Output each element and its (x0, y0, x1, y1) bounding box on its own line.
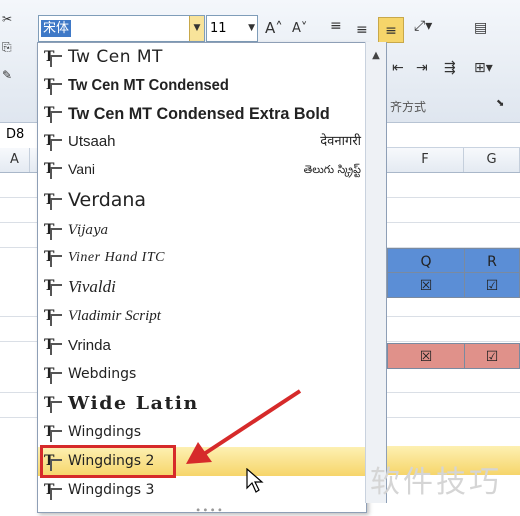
mouse-pointer-icon (246, 468, 264, 493)
name-box[interactable]: D8 (0, 123, 38, 147)
cell-q-checkbox-x[interactable]: ☒ (387, 272, 465, 298)
truetype-icon: T (44, 161, 62, 179)
font-item-label: Viner Hand ITC (68, 250, 165, 265)
copy-icon[interactable]: ⎘ (2, 40, 12, 55)
cell-r-header[interactable]: R (464, 248, 520, 274)
truetype-icon: T (44, 105, 62, 123)
watermark: 软件技巧 (370, 465, 502, 500)
truetype-icon: T (44, 482, 62, 500)
font-size-combobox[interactable]: 11 ▼ (206, 15, 258, 42)
font-item-vladimir-script[interactable]: T Vladimir Script (38, 302, 365, 331)
grow-font-button[interactable]: A˄ (265, 19, 283, 37)
alignment-group-label: 齐方式 (390, 100, 427, 114)
increase-indent-icon[interactable]: ⇥ (416, 60, 428, 76)
truetype-icon: T (44, 222, 62, 240)
truetype-icon: T (44, 77, 62, 95)
font-item-label: Tw Cen MT Condensed Extra Bold (68, 104, 330, 123)
truetype-icon: T (44, 192, 62, 210)
font-item-vijaya[interactable]: T Vijaya (38, 216, 365, 245)
resize-grip[interactable]: ∙∙∙∙ (195, 505, 224, 516)
align-middle-icon[interactable]: ≡ (356, 22, 368, 38)
indent-icon[interactable]: ⇶ (444, 60, 456, 76)
font-name-combobox[interactable]: 宋体 ▼ (38, 15, 205, 42)
truetype-icon: T (44, 278, 62, 296)
font-item-tw-cen-mt-condensed[interactable]: T Tw Cen MT Condensed (38, 71, 365, 100)
font-item-viner-hand-itc[interactable]: T Viner Hand ITC (38, 243, 365, 272)
font-dropdown-arrow-icon[interactable]: ▼ (189, 16, 204, 41)
merge-center-icon[interactable]: ⊞▾ (474, 60, 493, 76)
font-item-verdana[interactable]: T Verdana (38, 186, 365, 215)
truetype-icon: T (44, 366, 62, 384)
dialog-launcher-icon[interactable]: ⬊ (496, 98, 504, 109)
font-name-value[interactable]: 宋体 (41, 20, 72, 37)
font-item-label: Vrinda (68, 337, 111, 354)
column-header-f[interactable]: F (387, 148, 464, 172)
font-item-label: Vivaldi (68, 277, 116, 296)
scroll-up-arrow-icon[interactable]: ▲ (367, 46, 385, 66)
align-top-icon[interactable]: ≡ (330, 18, 342, 34)
truetype-icon: T (44, 337, 62, 355)
annotation-arrow (186, 389, 302, 464)
cell-checkbox-check-red[interactable]: ☑ (464, 343, 520, 369)
font-item-label: Wingdings (68, 424, 142, 440)
column-header-g[interactable]: G (464, 148, 520, 172)
font-item-vani[interactable]: T Vani తెలుగు స్క్రిప్ట్ (38, 155, 365, 184)
font-item-label: Vani (68, 161, 95, 177)
font-item-webdings[interactable]: T Webdings (38, 360, 365, 389)
font-item-utsaah[interactable]: T Utsaah देवनागरी (38, 127, 365, 156)
truetype-icon: T (44, 49, 62, 67)
truetype-icon: T (44, 133, 62, 151)
orientation-icon[interactable]: ⤢▾ (414, 18, 432, 34)
font-size-dropdown-arrow-icon[interactable]: ▼ (248, 16, 255, 41)
dropdown-scrollbar[interactable]: ▲ (365, 42, 387, 503)
truetype-icon: T (44, 424, 62, 442)
wrap-text-icon[interactable]: ▤ (474, 20, 487, 36)
font-item-tw-cen-mt[interactable]: T Tw Cen MT (38, 43, 365, 72)
font-item-label: Webdings (68, 366, 137, 382)
truetype-icon: T (44, 249, 62, 267)
font-item-label: Vladimir Script (68, 308, 161, 324)
column-header-a[interactable]: A (0, 148, 30, 172)
font-item-label: Verdana (68, 189, 147, 211)
format-painter-icon[interactable]: ✎ (2, 68, 12, 82)
align-bottom-button[interactable]: ≡ (378, 17, 404, 43)
font-item-label: Utsaah (68, 133, 116, 150)
font-item-vivaldi[interactable]: T Vivaldi (38, 272, 365, 301)
font-item-label: Tw Cen MT Condensed (68, 77, 229, 94)
annotation-highlight-box (40, 445, 176, 478)
cell-q-header[interactable]: Q (387, 248, 465, 274)
cell-r-checkbox-check[interactable]: ☑ (464, 272, 520, 298)
font-item-wingdings-3[interactable]: T Wingdings 3 (38, 476, 365, 505)
font-item-vrinda[interactable]: T Vrinda (38, 331, 365, 360)
font-item-tw-cen-mt-condensed-extra-bold[interactable]: T Tw Cen MT Condensed Extra Bold (38, 99, 365, 128)
cut-icon[interactable]: ✂ (2, 12, 12, 26)
shrink-font-button[interactable]: A˅ (292, 21, 307, 36)
cell-checkbox-x-red[interactable]: ☒ (387, 343, 465, 369)
font-item-label: Wingdings 3 (68, 482, 155, 498)
font-size-value[interactable]: 11 (210, 21, 227, 36)
font-item-label: Tw Cen MT (68, 47, 163, 67)
decrease-indent-icon[interactable]: ⇤ (392, 60, 404, 76)
font-item-script-sample: తెలుగు స్క్రిప్ట్ (303, 163, 361, 176)
truetype-icon: T (44, 308, 62, 326)
font-item-label: Vijaya (68, 223, 109, 238)
truetype-icon: T (44, 395, 62, 413)
font-item-script-sample: देवनागरी (320, 134, 361, 149)
